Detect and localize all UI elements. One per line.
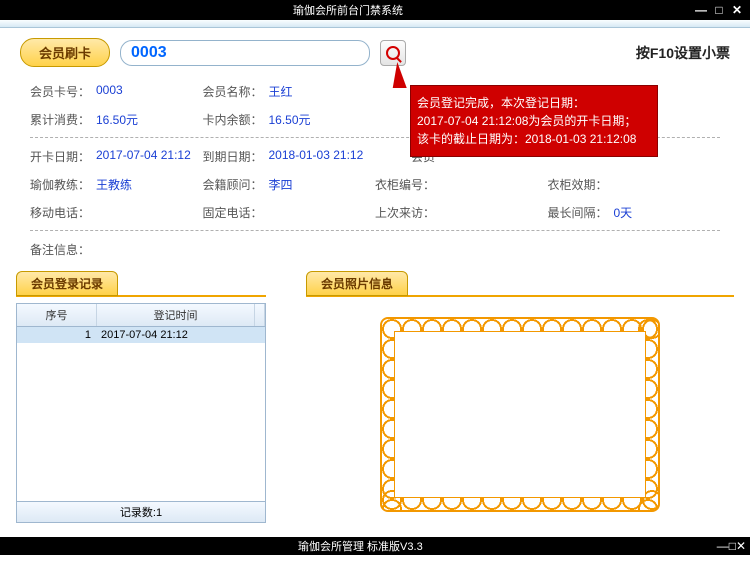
photo-placeholder xyxy=(394,331,646,498)
last-visit-label: 上次来访： xyxy=(375,204,435,221)
popup-line: 2017-07-04 21:12:08为会员的开卡日期； xyxy=(417,112,651,130)
note-label: 备注信息： xyxy=(30,241,90,258)
balance-value: 16.50元 xyxy=(269,111,311,128)
secondary-title: 瑜伽会所管理 标准版V3.3 xyxy=(4,538,717,554)
col-time[interactable]: 登记时间 xyxy=(97,304,255,326)
window-titlebar: 瑜伽会所前台门禁系统 — □ ✕ xyxy=(0,0,750,20)
photo-frame xyxy=(380,317,660,512)
open-date-label: 开卡日期： xyxy=(30,148,90,165)
open-date-value: 2017-07-04 21:12 xyxy=(96,148,191,165)
notification-popup: 会员登记完成，本次登记日期： 2017-07-04 21:12:08为会员的开卡… xyxy=(410,85,658,157)
name-label: 会员名称： xyxy=(203,83,263,100)
divider xyxy=(30,230,720,231)
card-no-label: 会员卡号： xyxy=(30,83,90,100)
locker-no-label: 衣柜编号： xyxy=(375,176,435,193)
maximize-button[interactable]: □ xyxy=(710,3,728,17)
f10-hint: 按F10设置小票 xyxy=(636,43,730,63)
expire-date-value: 2018-01-03 21:12 xyxy=(269,148,364,165)
max-gap-value: 0天 xyxy=(614,204,633,221)
maximize-button[interactable]: □ xyxy=(729,539,736,553)
col-spacer xyxy=(255,304,265,326)
advisor-value: 李四 xyxy=(269,176,293,193)
photo-panel: 会员照片信息 xyxy=(306,271,734,523)
cell-seq: 1 xyxy=(17,329,97,341)
name-value: 王红 xyxy=(269,83,293,100)
col-seq[interactable]: 序号 xyxy=(17,304,97,326)
minimize-button[interactable]: — xyxy=(692,3,710,17)
search-icon xyxy=(386,46,400,60)
swipe-card-button[interactable]: 会员刷卡 xyxy=(20,38,110,67)
expire-date-label: 到期日期： xyxy=(203,148,263,165)
advisor-label: 会籍顾问： xyxy=(203,176,263,193)
login-grid: 序号 登记时间 1 2017-07-04 21:12 记录数:1 xyxy=(16,303,266,523)
popup-line: 会员登记完成，本次登记日期： xyxy=(417,94,651,112)
grid-footer: 记录数:1 xyxy=(17,501,265,522)
mobile-label: 移动电话： xyxy=(30,204,90,221)
secondary-titlebar: 瑜伽会所管理 标准版V3.3 — □ ✕ xyxy=(0,537,750,555)
spend-value: 16.50元 xyxy=(96,111,138,128)
coach-value: 王教练 xyxy=(96,176,132,193)
popup-line: 该卡的截止日期为：2018-01-03 21:12:08 xyxy=(417,130,651,148)
login-record-panel: 会员登录记录 序号 登记时间 1 2017-07-04 21:12 记录数:1 xyxy=(16,271,266,523)
window-title: 瑜伽会所前台门禁系统 xyxy=(4,2,692,18)
max-gap-label: 最长间隔： xyxy=(548,204,608,221)
close-button[interactable]: ✕ xyxy=(728,3,746,17)
minimize-button[interactable]: — xyxy=(717,539,729,553)
table-row[interactable]: 1 2017-07-04 21:12 xyxy=(17,327,265,343)
photo-tab[interactable]: 会员照片信息 xyxy=(306,271,408,296)
close-button[interactable]: ✕ xyxy=(736,539,746,553)
spend-label: 累计消费： xyxy=(30,111,90,128)
toolbar-strip xyxy=(0,20,750,28)
coach-label: 瑜伽教练： xyxy=(30,176,90,193)
card-no-value: 0003 xyxy=(96,83,123,100)
balance-label: 卡内余额： xyxy=(203,111,263,128)
card-number-input[interactable] xyxy=(120,40,370,66)
top-bar: 会员刷卡 按F10设置小票 xyxy=(0,28,750,77)
locker-exp-label: 衣柜效期： xyxy=(548,176,608,193)
phone-label: 固定电话： xyxy=(203,204,263,221)
login-record-tab[interactable]: 会员登录记录 xyxy=(16,271,118,296)
cell-time: 2017-07-04 21:12 xyxy=(97,329,265,341)
